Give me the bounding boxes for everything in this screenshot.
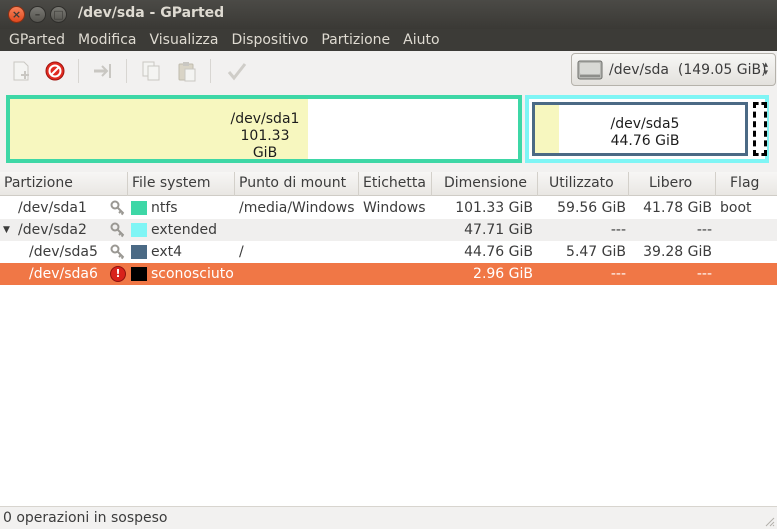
cell-used: --- [610, 222, 626, 238]
cell-used: --- [610, 266, 626, 282]
diskmap-sda5-size: 44.76 GiB [610, 133, 680, 149]
diskmap-sda5-name: /dev/sda5 [610, 116, 680, 132]
column-header-utilizzato[interactable]: Utilizzato [538, 172, 629, 196]
paste-icon[interactable] [176, 60, 198, 82]
diskmap-partition-sda6[interactable] [753, 102, 767, 156]
status-bar: 0 operazioni in sospeso [0, 506, 777, 529]
pending-operations-status: 0 operazioni in sospeso [3, 510, 168, 526]
menu-dispositivo[interactable]: Dispositivo [225, 29, 315, 51]
menu-aiuto[interactable]: Aiuto [397, 29, 446, 51]
cell-partition: /dev/sda1 [18, 200, 87, 216]
cell-label: Windows [363, 200, 426, 216]
table-row-selected[interactable]: /dev/sda6 ! sconosciuto 2.96 GiB --- --- [0, 263, 777, 285]
toolbar-separator [126, 59, 127, 83]
menu-bar: GParted Modifica Visualizza Dispositivo … [0, 29, 777, 51]
cell-mountpoint: / [239, 244, 244, 260]
cell-partition: /dev/sda6 [29, 266, 98, 282]
resize-grip-icon[interactable] [763, 515, 775, 527]
minimize-window-button[interactable]: – [29, 6, 46, 23]
menu-partizione[interactable]: Partizione [315, 29, 397, 51]
table-row[interactable]: /dev/sda5 ext4 / 44.76 GiB 5.47 GiB 39.2… [0, 241, 777, 263]
resize-move-icon[interactable] [92, 60, 114, 82]
chevron-updown-icon: ▴ ▾ [763, 60, 768, 78]
disk-map: /dev/sda1 101.33 GiB /dev/sda5 44.76 GiB [0, 92, 777, 166]
table-row[interactable]: /dev/sda1 ntfs /media/Windows Windows 10… [0, 197, 777, 219]
toolbar-separator [210, 59, 211, 83]
diskmap-used-space [535, 105, 559, 153]
column-header-dimensione[interactable]: Dimensione [432, 172, 538, 196]
expander-icon[interactable]: ▼ [3, 219, 10, 241]
diskmap-label-sda5: /dev/sda5 44.76 GiB [605, 116, 685, 150]
table-row[interactable]: ▼ /dev/sda2 extended 47.71 GiB --- --- [0, 219, 777, 241]
diskmap-partition-sda5[interactable]: /dev/sda5 44.76 GiB [532, 102, 748, 156]
cell-size: 101.33 GiB [455, 200, 533, 216]
apply-icon[interactable] [226, 60, 248, 82]
window-title: /dev/sda - GParted [78, 5, 225, 21]
maximize-window-button[interactable]: □ [50, 6, 67, 23]
table-header: Partizione File system Punto di mount Et… [0, 172, 777, 196]
diskmap-extended-partition[interactable]: /dev/sda5 44.76 GiB [525, 95, 769, 163]
device-selector[interactable]: /dev/sda (149.05 GiB) ▴ ▾ [571, 53, 776, 86]
cell-free: 41.78 GiB [643, 200, 712, 216]
diskmap-sda1-name: /dev/sda1 [230, 111, 300, 127]
close-window-button[interactable]: × [8, 6, 25, 23]
cell-partition: /dev/sda2 [18, 222, 87, 238]
cell-partition: /dev/sda5 [29, 244, 98, 260]
cell-filesystem: ext4 [151, 244, 183, 260]
diskmap-sda1-size: 101.33 GiB [240, 128, 290, 161]
key-icon [110, 244, 125, 260]
diskmap-partition-sda1[interactable]: /dev/sda1 101.33 GiB [6, 95, 522, 163]
cell-free: --- [696, 266, 712, 282]
column-header-libero[interactable]: Libero [629, 172, 716, 196]
key-icon [110, 200, 125, 216]
cell-filesystem: ntfs [151, 200, 178, 216]
delete-partition-icon[interactable] [44, 60, 66, 82]
hard-disk-icon [577, 60, 603, 79]
cell-flag: boot [720, 200, 752, 216]
column-header-etichetta[interactable]: Etichetta [359, 172, 432, 196]
toolbar-separator [78, 59, 79, 83]
filesystem-color-swatch [131, 245, 147, 259]
cell-free: 39.28 GiB [643, 244, 712, 260]
filesystem-color-swatch [131, 267, 147, 281]
cell-size: 44.76 GiB [464, 244, 533, 260]
menu-gparted[interactable]: GParted [3, 29, 72, 51]
cell-free: --- [696, 222, 712, 238]
copy-icon[interactable] [140, 60, 162, 82]
menu-modifica[interactable]: Modifica [72, 29, 144, 51]
device-selector-label: /dev/sda (149.05 GiB) [609, 61, 767, 78]
cell-used: 59.56 GiB [557, 200, 626, 216]
key-icon [110, 222, 125, 238]
title-bar: × – □ /dev/sda - GParted [0, 0, 777, 29]
cell-filesystem: sconosciuto [151, 266, 234, 282]
menu-visualizza[interactable]: Visualizza [144, 29, 226, 51]
partition-table: Partizione File system Punto di mount Et… [0, 172, 777, 506]
cell-filesystem: extended [151, 222, 218, 238]
diskmap-label-sda1: /dev/sda1 101.33 GiB [230, 111, 300, 162]
filesystem-color-swatch [131, 201, 147, 215]
cell-used: 5.47 GiB [566, 244, 626, 260]
column-header-file-system[interactable]: File system [128, 172, 235, 196]
filesystem-color-swatch [131, 223, 147, 237]
cell-mountpoint: /media/Windows [239, 200, 355, 216]
warning-icon[interactable]: ! [110, 266, 126, 282]
column-header-punto-di-mount[interactable]: Punto di mount [235, 172, 359, 196]
column-header-flag[interactable]: Flag [716, 172, 777, 196]
new-partition-icon[interactable] [10, 60, 32, 82]
column-header-partizione[interactable]: Partizione [0, 172, 128, 196]
cell-size: 47.71 GiB [464, 222, 533, 238]
cell-size: 2.96 GiB [473, 266, 533, 282]
